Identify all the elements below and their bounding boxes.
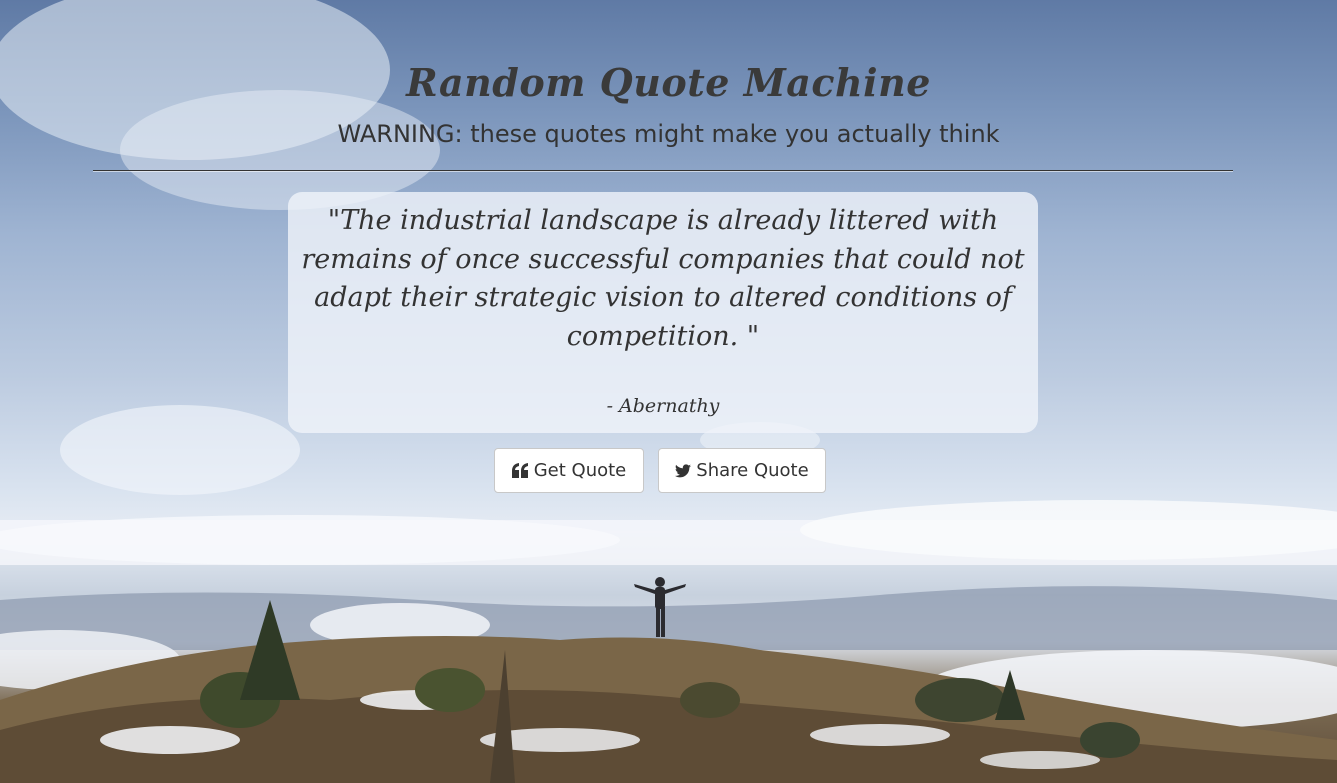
page-title: Random Quote Machine: [406, 60, 931, 105]
quote-card: "The industrial landscape is already lit…: [288, 192, 1038, 433]
quote-author: - Abernathy: [606, 395, 720, 417]
get-quote-button[interactable]: Get Quote: [494, 448, 644, 493]
quote-text: "The industrial landscape is already lit…: [301, 205, 1025, 352]
twitter-icon: [675, 463, 692, 478]
header-divider: [93, 170, 1233, 171]
page-header: Random Quote Machine WARNING: these quot…: [0, 56, 1337, 152]
quote-left-icon: [511, 463, 529, 478]
page-subtitle: WARNING: these quotes might make you act…: [337, 120, 1000, 148]
get-quote-label: Get Quote: [533, 460, 627, 481]
share-quote-label: Share Quote: [696, 460, 809, 481]
share-quote-button[interactable]: Share Quote: [658, 448, 826, 493]
